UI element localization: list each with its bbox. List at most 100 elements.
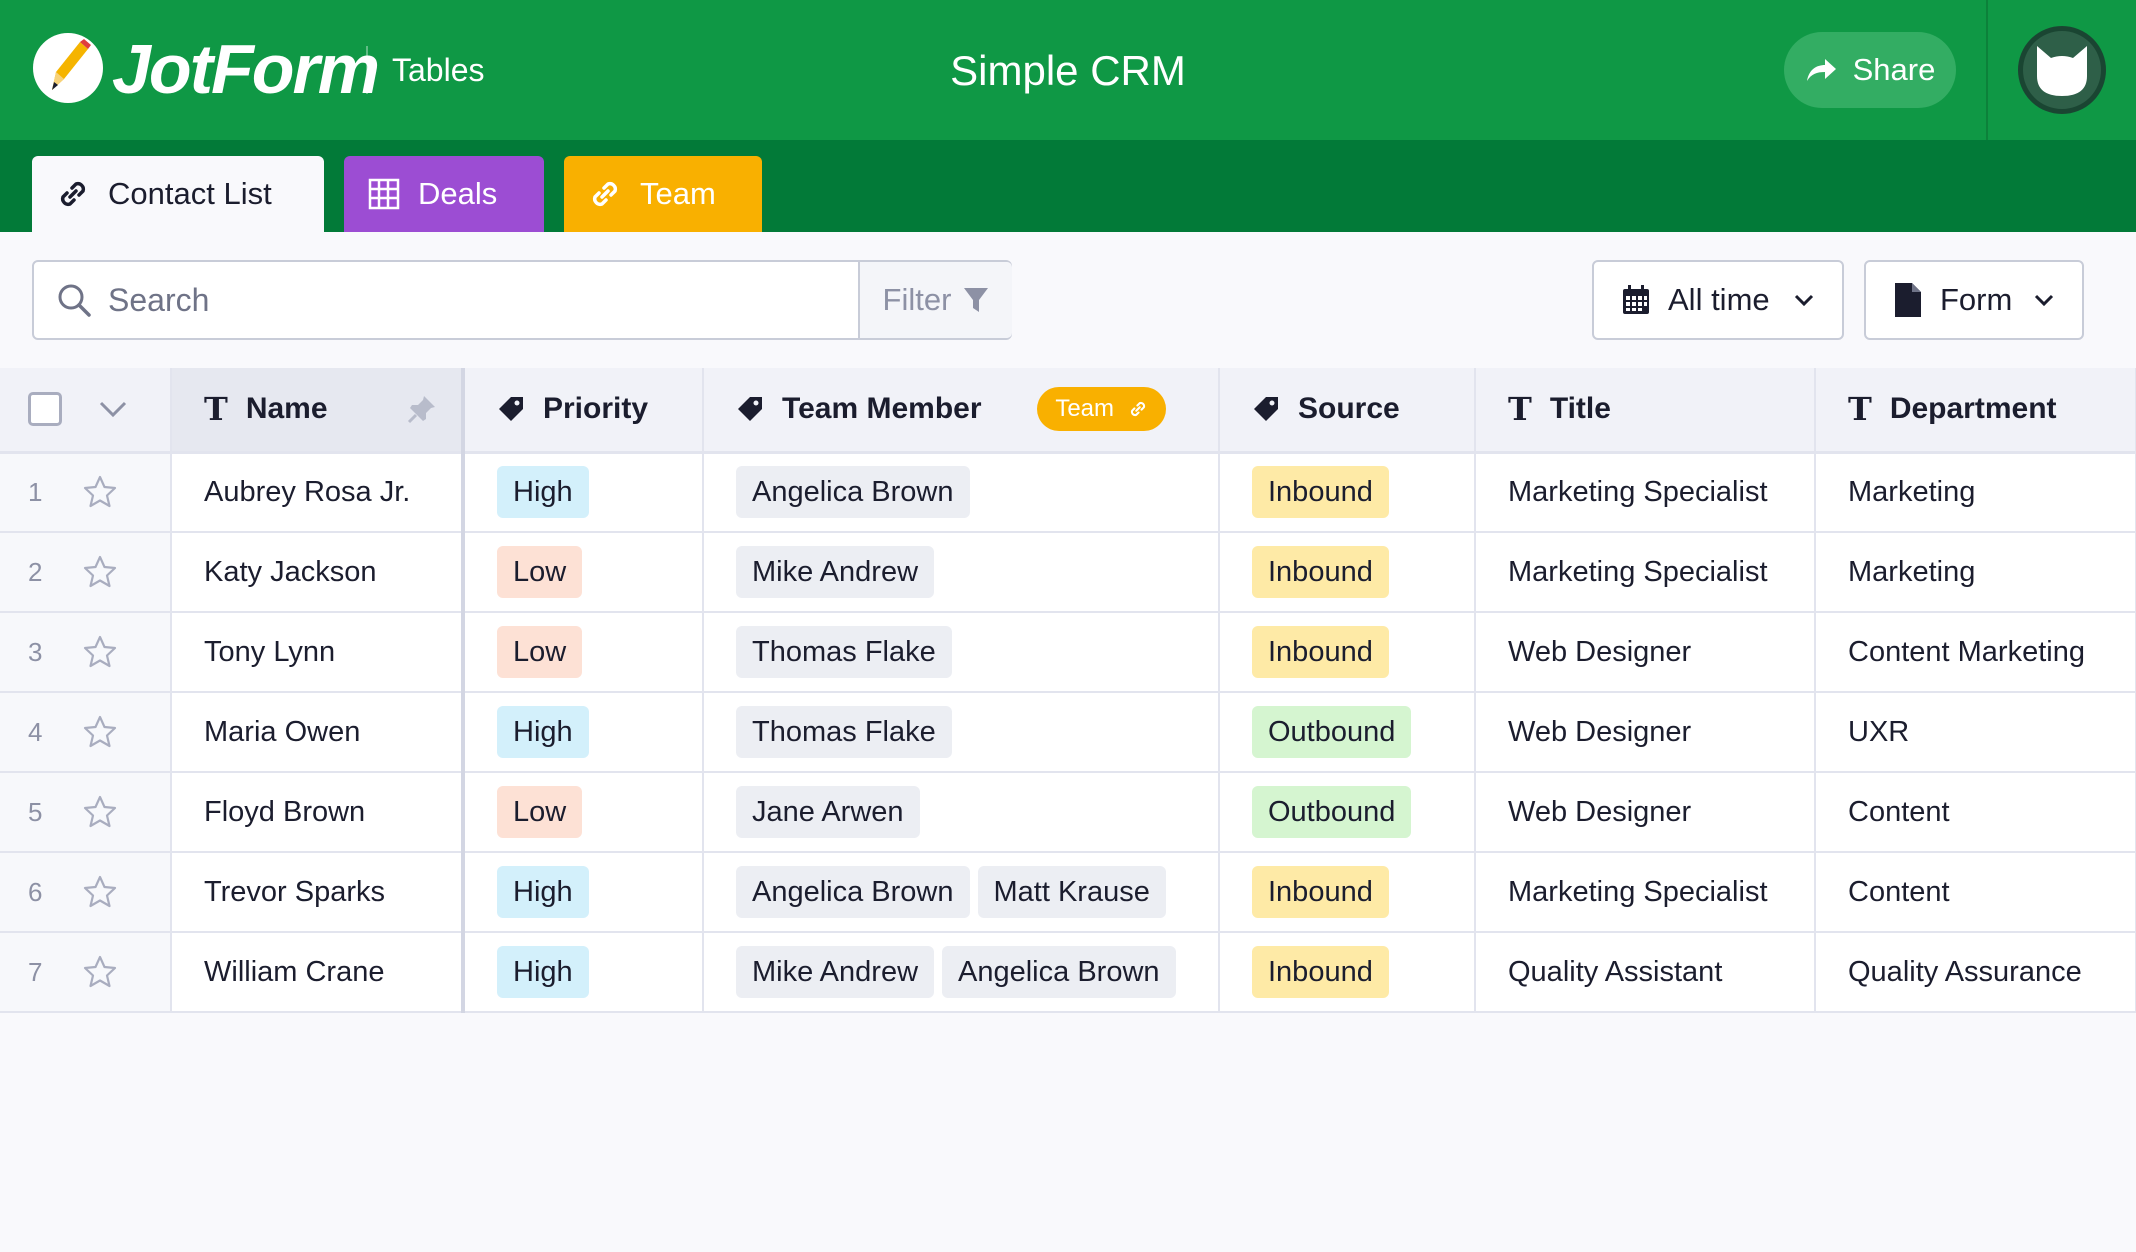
cell-title[interactable]: Web Designer xyxy=(1475,612,1816,693)
cell-priority[interactable]: Low xyxy=(463,612,704,693)
chevron-down-icon[interactable] xyxy=(98,400,128,418)
table-row[interactable]: 3 Tony Lynn Low Thomas Flake Inbound Web Desi… xyxy=(0,612,2136,693)
tab-team-label: Team xyxy=(640,176,716,211)
team-member-chip[interactable]: Mike Andrew xyxy=(736,946,935,998)
cell-source[interactable]: Inbound xyxy=(1219,532,1476,613)
form-dropdown[interactable]: Form xyxy=(1864,260,2084,340)
cell-priority[interactable]: Low xyxy=(463,772,704,853)
search-input[interactable] xyxy=(34,262,860,338)
search-box: Filter xyxy=(32,260,1012,340)
cell-department[interactable]: Content xyxy=(1815,852,2136,933)
cell-team-member[interactable]: Thomas Flake xyxy=(703,612,1220,693)
column-header-title[interactable]: T Title xyxy=(1475,368,1816,454)
team-member-chip[interactable]: Angelica Brown xyxy=(942,946,1176,998)
cell-title[interactable]: Quality Assistant xyxy=(1475,932,1816,1013)
star-icon[interactable] xyxy=(82,554,118,590)
row-index-cell: 3 xyxy=(0,612,172,693)
cell-source[interactable]: Inbound xyxy=(1219,932,1476,1013)
cell-source[interactable]: Inbound xyxy=(1219,612,1476,693)
select-all-header xyxy=(0,368,172,454)
user-avatar[interactable] xyxy=(2018,26,2106,114)
star-icon[interactable] xyxy=(82,634,118,670)
cell-title[interactable]: Web Designer xyxy=(1475,692,1816,773)
team-member-chip[interactable]: Matt Krause xyxy=(977,866,1166,918)
cell-source[interactable]: Outbound xyxy=(1219,692,1476,773)
star-icon[interactable] xyxy=(82,714,118,750)
team-member-chip[interactable]: Jane Arwen xyxy=(736,786,920,838)
cell-team-member[interactable]: Jane Arwen xyxy=(703,772,1220,853)
team-member-chip[interactable]: Thomas Flake xyxy=(736,706,952,758)
cell-team-member[interactable]: Mike Andrew Angelica Brown xyxy=(703,932,1220,1013)
cell-source[interactable]: Outbound xyxy=(1219,772,1476,853)
cell-name[interactable]: Maria Owen xyxy=(171,692,465,773)
team-member-chip[interactable]: Angelica Brown xyxy=(736,866,970,918)
cell-priority[interactable]: High xyxy=(463,932,704,1013)
cell-name[interactable]: Katy Jackson xyxy=(171,532,465,613)
star-icon[interactable] xyxy=(82,474,118,510)
table-row[interactable]: 7 William Crane High Mike Andrew Angelica Br… xyxy=(0,932,2136,1013)
app-header: JotForm Tables Simple CRM Share xyxy=(0,0,2136,140)
cell-source[interactable]: Inbound xyxy=(1219,452,1476,533)
star-icon[interactable] xyxy=(82,794,118,830)
team-member-chip[interactable]: Angelica Brown xyxy=(736,466,970,519)
cell-priority[interactable]: High xyxy=(463,452,704,533)
cell-priority[interactable]: High xyxy=(463,852,704,933)
share-button[interactable]: Share xyxy=(1784,32,1956,108)
cell-team-member[interactable]: Thomas Flake xyxy=(703,692,1220,773)
table-row[interactable]: 6 Trevor Sparks High Angelica Brown Matt Kra… xyxy=(0,852,2136,933)
column-header-department[interactable]: T Department xyxy=(1815,368,2136,454)
product-name[interactable]: Tables xyxy=(392,50,485,90)
cell-source[interactable]: Inbound xyxy=(1219,852,1476,933)
table-row[interactable]: 2 Katy Jackson Low Mike Andrew Inbound Market… xyxy=(0,532,2136,613)
linked-team-badge[interactable]: Team xyxy=(1037,387,1166,432)
team-member-chip[interactable]: Mike Andrew xyxy=(736,546,935,598)
column-header-source[interactable]: Source xyxy=(1219,368,1476,454)
cell-name[interactable]: Floyd Brown xyxy=(171,772,465,853)
cell-name[interactable]: Aubrey Rosa Jr. xyxy=(171,452,465,533)
column-header-team-member[interactable]: Team Member Team xyxy=(703,368,1220,454)
filter-button-label: Filter xyxy=(882,282,952,317)
jotform-logo-icon[interactable] xyxy=(32,32,104,104)
cell-title[interactable]: Web Designer xyxy=(1475,772,1816,853)
star-icon[interactable] xyxy=(82,874,118,910)
column-header-team-member-label: Team Member xyxy=(782,392,982,426)
cell-department[interactable]: Content Marketing xyxy=(1815,612,2136,693)
select-all-checkbox[interactable] xyxy=(28,392,62,427)
column-header-name[interactable]: T Name xyxy=(171,368,465,454)
cell-name[interactable]: Trevor Sparks xyxy=(171,852,465,933)
cell-name[interactable]: Tony Lynn xyxy=(171,612,465,693)
cell-department[interactable]: Marketing xyxy=(1815,532,2136,613)
table-row[interactable]: 4 Maria Owen High Thomas Flake Outbound Web D… xyxy=(0,692,2136,773)
cell-title[interactable]: Marketing Specialist xyxy=(1475,852,1816,933)
cell-department[interactable]: Content xyxy=(1815,772,2136,853)
cell-title[interactable]: Marketing Specialist xyxy=(1475,452,1816,533)
link-icon xyxy=(1130,402,1146,417)
cell-priority[interactable]: Low xyxy=(463,532,704,613)
cell-department[interactable]: Quality Assurance xyxy=(1815,932,2136,1013)
cell-name[interactable]: William Crane xyxy=(171,932,465,1013)
cell-department[interactable]: Marketing xyxy=(1815,452,2136,533)
cell-title[interactable]: Marketing Specialist xyxy=(1475,532,1816,613)
text-type-icon: T xyxy=(1848,390,1872,429)
tab-team[interactable]: Team xyxy=(564,156,762,232)
column-header-priority[interactable]: Priority xyxy=(463,368,704,454)
form-dropdown-label: Form xyxy=(1940,282,2013,317)
cell-priority[interactable]: High xyxy=(463,692,704,773)
filter-button[interactable]: Filter xyxy=(858,262,1012,338)
team-member-chip[interactable]: Thomas Flake xyxy=(736,626,952,678)
tag-icon xyxy=(1254,397,1278,422)
source-chip: Inbound xyxy=(1252,946,1389,998)
pin-icon[interactable] xyxy=(407,394,437,424)
cell-team-member[interactable]: Angelica Brown xyxy=(703,452,1220,533)
cell-team-member[interactable]: Angelica Brown Matt Krause xyxy=(703,852,1220,933)
date-range-dropdown[interactable]: All time xyxy=(1592,260,1844,340)
cell-team-member[interactable]: Mike Andrew xyxy=(703,532,1220,613)
cell-department[interactable]: UXR xyxy=(1815,692,2136,773)
table-row[interactable]: 5 Floyd Brown Low Jane Arwen Outbound Web Des… xyxy=(0,772,2136,853)
tab-contact-list[interactable]: Contact List xyxy=(32,156,324,232)
linked-team-badge-label: Team xyxy=(1055,395,1114,423)
tab-deals[interactable]: Deals xyxy=(344,156,544,232)
star-icon[interactable] xyxy=(82,954,118,990)
row-index-cell: 7 xyxy=(0,932,172,1013)
table-row[interactable]: 1 Aubrey Rosa Jr. High Angelica Brown Inboun… xyxy=(0,452,2136,533)
